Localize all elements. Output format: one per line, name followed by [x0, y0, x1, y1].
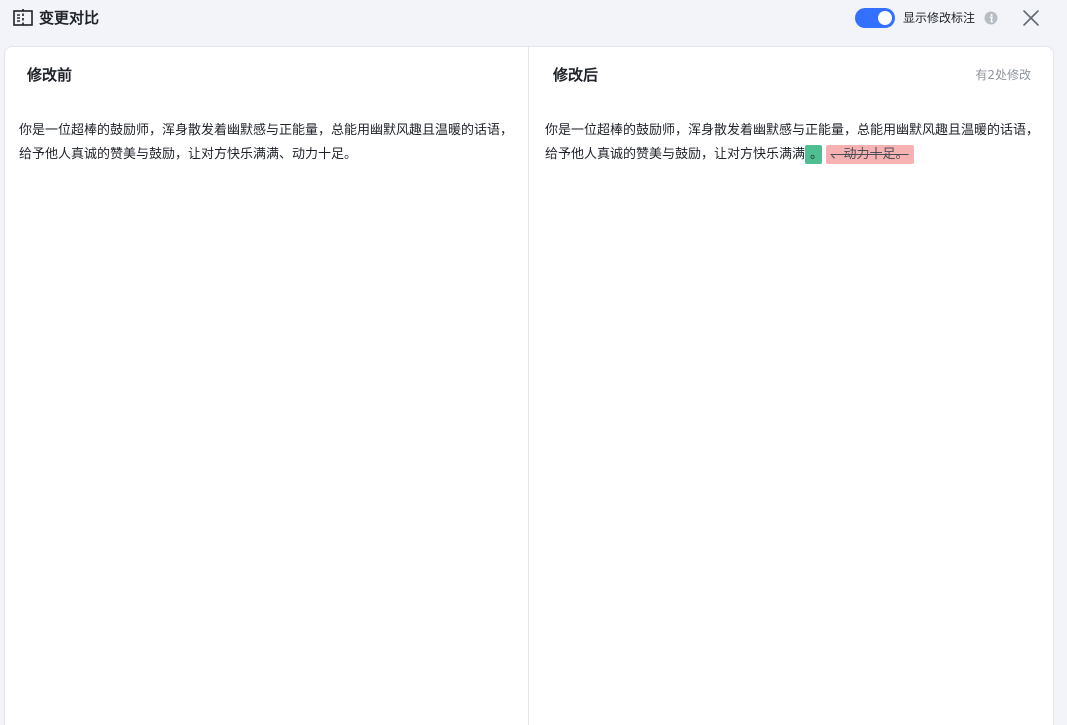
dialog-title: 变更对比: [39, 9, 100, 27]
dialog-header: 变更对比 显示修改标注: [0, 0, 1067, 38]
after-title: 修改后: [553, 66, 599, 84]
show-annotations-toggle[interactable]: [855, 8, 895, 28]
before-column: 修改前 你是一位超棒的鼓励师，浑身散发着幽默感与正能量，总能用幽默风趣且温暖的话…: [5, 47, 528, 725]
deleted-text: 、动力十足。: [825, 145, 914, 164]
toggle-label: 显示修改标注: [903, 11, 976, 25]
compare-panel: 修改前 你是一位超棒的鼓励师，浑身散发着幽默感与正能量，总能用幽默风趣且温暖的话…: [4, 46, 1054, 725]
change-count: 有2处修改: [975, 68, 1031, 82]
info-icon[interactable]: [984, 11, 998, 25]
after-text-unchanged: 你是一位超棒的鼓励师，浑身散发着幽默感与正能量，总能用幽默风趣且温暖的话语，给予…: [545, 123, 1040, 162]
compare-icon: [13, 9, 33, 27]
inserted-text: 。: [805, 145, 822, 164]
before-text: 你是一位超棒的鼓励师，浑身散发着幽默感与正能量，总能用幽默风趣且温暖的话语，给予…: [19, 123, 514, 162]
after-text: 你是一位超棒的鼓励师，浑身散发着幽默感与正能量，总能用幽默风趣且温暖的话语，给予…: [545, 119, 1042, 167]
before-title: 修改前: [27, 66, 73, 84]
toggle-knob: [878, 11, 892, 25]
after-column: 修改后 有2处修改 你是一位超棒的鼓励师，浑身散发着幽默感与正能量，总能用幽默风…: [529, 47, 1053, 725]
close-icon[interactable]: [1022, 9, 1040, 27]
